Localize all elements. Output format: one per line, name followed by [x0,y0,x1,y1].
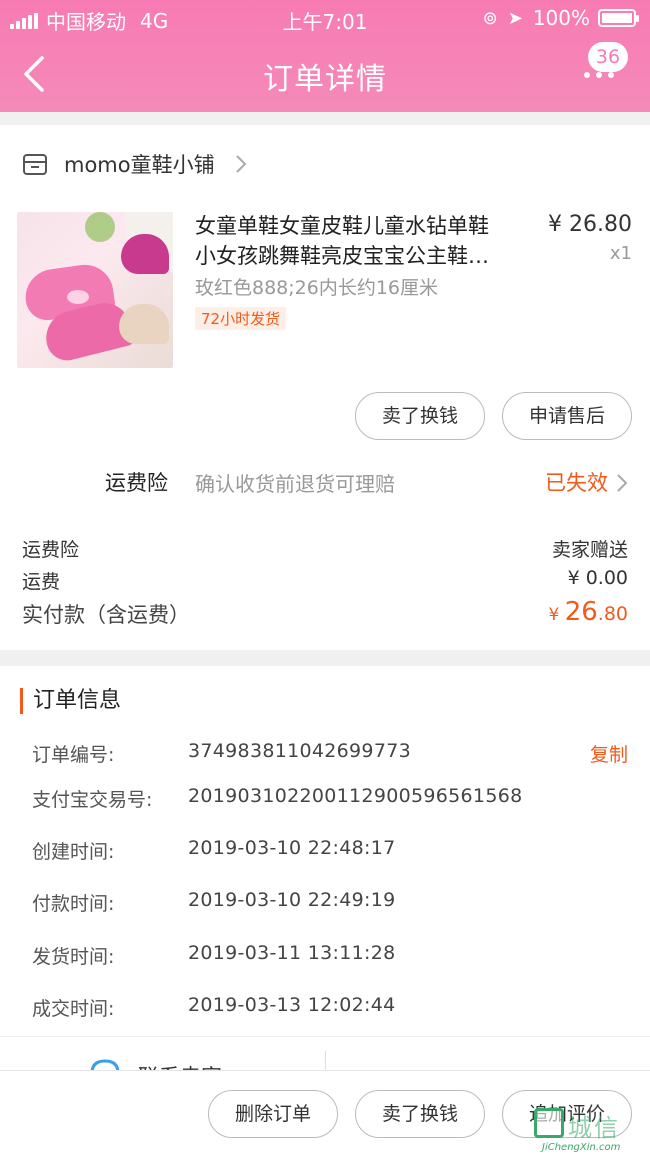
info-row-shipped-time: 发货时间: 2019-03-11 13:11:28 [32,942,628,970]
battery-percent: 100% [532,6,590,30]
paid-amount-row: 实付款（含运费） ¥ 26.80 [22,597,628,633]
info-value: 2019-03-10 22:49:19 [188,889,396,911]
fee-shipping-label: 运费 [22,571,61,593]
paid-decimal: .80 [597,603,628,625]
product-title-line2: 小女孩跳舞鞋亮皮宝宝公主鞋… [195,244,489,268]
more-button[interactable]: 36 [580,42,628,102]
fee-shipping-row: 运费 ¥ 0.00 [22,567,628,595]
product-title-line1: 女童单鞋女童皮鞋儿童水钻单鞋 [195,214,489,238]
info-row-paid-time: 付款时间: 2019-03-10 22:49:19 [32,889,628,917]
info-label: 成交时间: [32,998,115,1020]
insurance-desc: 确认收货前退货可理赔 [195,472,395,496]
order-card: momo童鞋小铺 女童单鞋女童皮鞋儿童水钻单鞋 小女孩跳舞鞋亮皮宝宝公主鞋… ¥… [0,125,650,650]
shop-row[interactable]: momo童鞋小铺 [22,149,247,179]
chevron-right-icon [235,155,247,173]
rotation-lock-icon: ⊚ [482,7,498,29]
status-right: ⊚ ➤ 100% [482,6,639,30]
status-bar: 中国移动 4G 上午7:01 ⊚ ➤ 100% [0,0,650,38]
insurance-label: 运费险 [105,471,168,495]
fee-insurance-row: 运费险 卖家赠送 [22,535,628,563]
message-count-badge: 36 [588,42,628,72]
info-value: 2019-03-13 12:02:44 [188,994,396,1016]
paid-amount: ¥ 26.80 [548,597,628,627]
battery-icon [598,9,639,27]
location-arrow-icon: ➤ [507,7,523,29]
sell-for-cash-button[interactable]: 卖了换钱 [355,1090,485,1138]
fee-shipping-value: ¥ 0.00 [567,567,628,589]
info-row-created-time: 创建时间: 2019-03-10 22:48:17 [32,837,628,865]
delete-order-button[interactable]: 删除订单 [208,1090,338,1138]
order-info-section: 订单信息 订单编号: 374983811042699773 复制 支付宝交易号:… [0,666,650,1036]
header: 中国移动 4G 上午7:01 ⊚ ➤ 100% 订单详情 36 [0,0,650,112]
nav-bar: 订单详情 36 [0,38,650,112]
product-quantity: x1 [609,243,632,264]
fee-insurance-value: 卖家赠送 [551,539,628,561]
product-image[interactable] [17,212,173,368]
product-sku: 玫红色888;26内长约16厘米 [195,277,439,299]
paid-currency: ¥ [548,605,565,625]
paid-integer: 26 [564,597,598,627]
info-row-order-number: 订单编号: 374983811042699773 复制 [32,740,628,768]
info-label: 订单编号: [32,744,115,766]
store-icon [23,154,47,175]
watermark-logo: 城信 JiChengXin.com [528,1104,646,1156]
more-dots-icon [584,72,620,78]
watermark-text: 城信 [568,1114,620,1142]
info-label: 支付宝交易号: [32,789,153,811]
paid-label: 实付款（含运费） [22,603,190,627]
copy-button[interactable]: 复制 [590,740,628,767]
info-row-completed-time: 成交时间: 2019-03-13 12:02:44 [32,994,628,1022]
info-value: 374983811042699773 [188,740,411,762]
info-label: 发货时间: [32,946,115,968]
chevron-right-icon [617,474,628,492]
order-info-title: 订单信息 [20,688,121,714]
shop-name: momo童鞋小铺 [64,153,215,177]
info-value: 2019-03-11 13:11:28 [188,942,396,964]
fee-insurance-label: 运费险 [22,539,80,561]
shipping-tag: 72小时发货 [195,307,287,330]
product-title[interactable]: 女童单鞋女童皮鞋儿童水钻单鞋 小女孩跳舞鞋亮皮宝宝公主鞋… [195,211,525,271]
product-price: ¥ 26.80 [548,212,632,237]
info-label: 创建时间: [32,841,115,863]
insurance-status: 已失效 [545,471,608,495]
info-row-alipay-number: 支付宝交易号: 2019031022001129005965615​68 [32,785,628,813]
sell-for-cash-button[interactable]: 卖了换钱 [355,392,485,440]
shipping-insurance-row[interactable]: 运费险 确认收货前退货可理赔 已失效 [0,465,650,499]
watermark-box-icon [534,1108,564,1138]
info-value: 2019-03-10 22:48:17 [188,837,396,859]
apply-aftersale-button[interactable]: 申请售后 [502,392,632,440]
info-value: 2019031022001129005965615​68 [188,785,523,807]
info-label: 付款时间: [32,893,115,915]
page-title: 订单详情 [263,62,387,97]
watermark-sub: JiChengXin.com [542,1142,621,1153]
